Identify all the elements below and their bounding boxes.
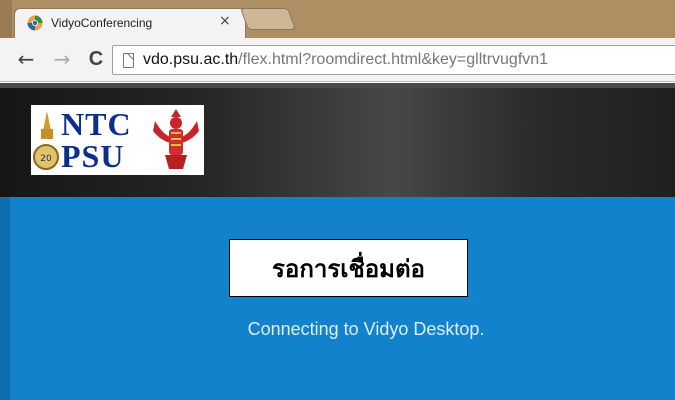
browser-toolbar: ← → C vdo.psu.ac.th/flex.html?roomdirect… xyxy=(0,38,675,82)
forward-button-icon[interactable]: → xyxy=(50,46,74,72)
status-thai-label: รอการเชื่อมต่อ xyxy=(272,254,425,283)
url-domain: vdo.psu.ac.th xyxy=(143,51,239,68)
main-content: รอการเชื่อมต่อ Connecting to Vidyo Deskt… xyxy=(0,197,675,400)
connecting-status-box: รอการเชื่อมต่อ xyxy=(229,239,468,297)
garuda-emblem-icon xyxy=(153,109,199,169)
tab-strip: VidyoConferencing × xyxy=(0,0,675,38)
url-text: vdo.psu.ac.th/flex.html?roomdirect.html&… xyxy=(143,51,548,69)
back-button-icon[interactable]: ← xyxy=(14,46,38,72)
browser-tab-vidyoconferencing[interactable]: VidyoConferencing × xyxy=(14,8,246,38)
tab-close-icon[interactable]: × xyxy=(219,13,231,29)
page-header: 20 NTC PSU xyxy=(0,83,675,197)
logo-line-psu: PSU xyxy=(61,138,125,174)
new-tab-button[interactable] xyxy=(239,8,297,30)
connecting-message: Connecting to Vidyo Desktop. xyxy=(247,319,485,339)
logo-line-ntc: NTC xyxy=(61,106,132,142)
window-frame-edge xyxy=(0,0,12,38)
emblem-badge-text: 20 xyxy=(40,154,52,164)
ntc-psu-logo: 20 NTC PSU xyxy=(31,105,204,175)
university-emblem-icon: 20 xyxy=(33,111,59,170)
reload-button-icon[interactable]: C xyxy=(84,46,108,72)
address-bar[interactable]: vdo.psu.ac.th/flex.html?roomdirect.html&… xyxy=(112,45,675,75)
url-path: /flex.html?roomdirect.html&key=glltrvugf… xyxy=(238,51,549,68)
left-border xyxy=(0,197,10,400)
page-icon xyxy=(123,53,134,68)
tab-title: VidyoConferencing xyxy=(51,16,153,30)
chrome-favicon-icon xyxy=(27,15,43,31)
